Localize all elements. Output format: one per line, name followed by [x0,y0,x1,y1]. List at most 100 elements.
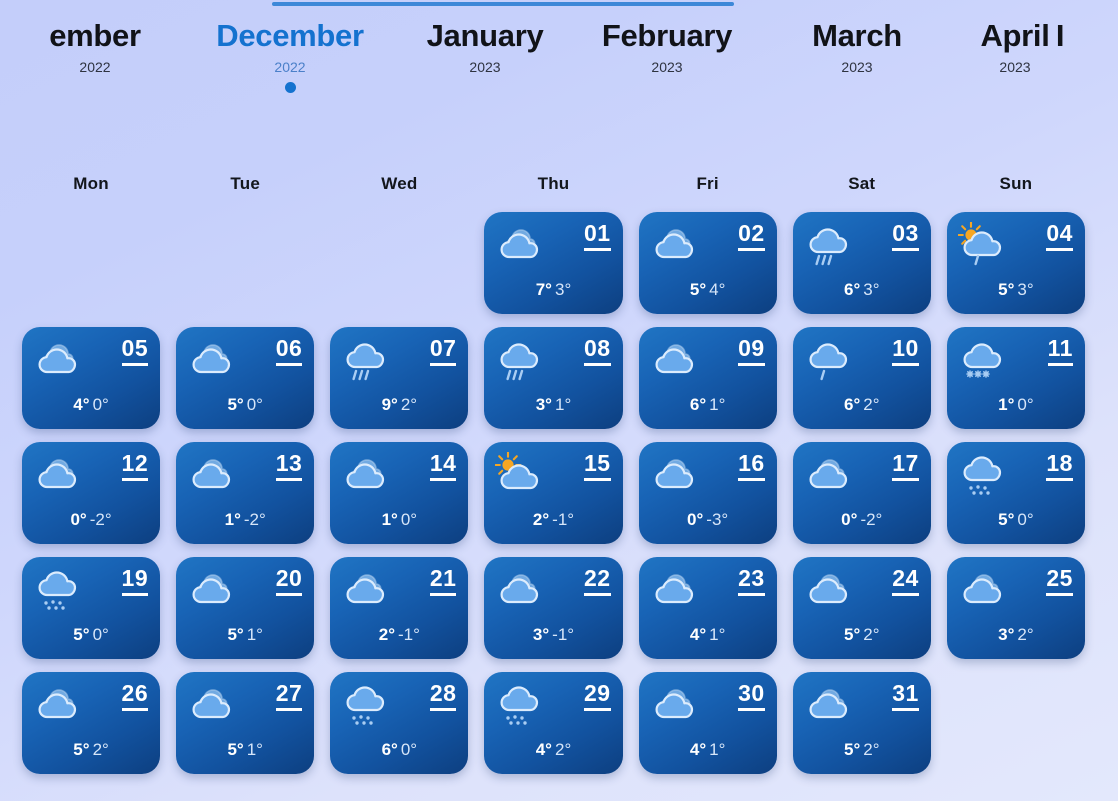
day-card[interactable]: 16 0° -3° [638,442,777,544]
day-card[interactable]: 23 4° 1° [638,557,777,659]
day-number[interactable]: 11 [1047,334,1073,366]
day-number[interactable]: 13 [275,449,303,481]
day-card[interactable]: 25 3° 2° [946,557,1085,659]
day-card[interactable]: 24 5° 2° [792,557,931,659]
day-card[interactable]: 27 5° 1° [176,672,315,774]
day-card[interactable]: 30 4° 1° [638,672,777,774]
day-temperatures: 5° 2° [22,739,160,761]
temperature-high: 4° [689,740,707,759]
day-card[interactable]: 12 0° -2° [22,442,161,544]
month-item-february[interactable]: February 2023 [572,16,762,77]
day-number[interactable]: 28 [429,679,457,711]
day-number[interactable]: 04 [1046,219,1073,251]
day-number[interactable]: 10 [892,334,919,366]
month-year: 2023 [651,59,683,75]
month-scroller[interactable]: ember 2022 December 2022 January 2023 February… [0,0,1118,112]
temperature-low: -1° [552,510,575,529]
day-number[interactable]: 09 [738,334,765,366]
day-number[interactable]: 16 [738,449,765,481]
day-card[interactable]: 22 3° -1° [484,557,623,659]
temperature-low: 1° [709,740,726,759]
day-number[interactable]: 22 [583,564,611,596]
weekday-label-mon: Mon [73,174,109,193]
day-temperatures: 3° 1° [484,394,622,416]
day-number[interactable]: 21 [429,564,457,596]
day-temperatures: 5° 0° [176,394,314,416]
cloudy-icon [650,682,706,732]
day-card[interactable]: 01 7° 3° [484,212,623,314]
sun-cloud-icon [494,451,551,502]
month-scroll-progress-bar[interactable] [272,2,734,6]
month-item-ember[interactable]: ember 2022 [0,16,190,77]
month-year: 2022 [79,59,111,75]
month-item-december[interactable]: December 2022 [195,16,385,93]
day-number[interactable]: 24 [892,564,919,596]
day-number[interactable]: 19 [121,564,149,596]
active-month-dot-icon [284,82,296,93]
day-card[interactable]: 26 5° 2° [22,672,161,774]
temperature-high: 9° [381,395,398,414]
day-card[interactable]: 02 5° 4° [638,212,777,314]
day-number[interactable]: 18 [1046,449,1073,481]
temperature-high: 6° [381,740,398,759]
temperature-low: -3° [706,510,729,529]
day-number[interactable]: 17 [892,449,919,481]
day-number[interactable]: 01 [583,219,611,251]
day-card[interactable]: 06 5° 0° [176,327,315,429]
day-number[interactable]: 02 [738,219,765,251]
day-card[interactable]: 11 1° 0° [946,327,1085,429]
temperature-high: 6° [689,395,707,414]
day-number[interactable]: 06 [275,334,303,366]
cloudy-icon [187,567,243,617]
day-temperatures: 2° -1° [330,624,468,646]
day-card[interactable]: 15 2° -1° [484,442,623,544]
day-card[interactable]: 09 6° 1° [638,327,777,429]
day-card[interactable]: 08 3° 1° [484,327,623,429]
month-item-january[interactable]: January 2023 [390,16,580,77]
cloudy-icon [650,452,706,502]
day-card[interactable]: 07 9° 2° [330,327,469,429]
month-item-april[interactable]: April 2023 [920,16,1110,77]
weekday-label-sat: Sat [848,174,876,193]
cloudy-icon [650,222,706,272]
temperature-low: 0° [1017,510,1034,529]
day-number[interactable]: 30 [738,679,765,711]
day-number[interactable]: 31 [892,679,919,711]
cloudy-icon [650,567,706,617]
day-card[interactable]: 20 5° 1° [176,557,315,659]
day-number[interactable]: 03 [892,219,919,251]
day-card[interactable]: 03 6° 3° [792,212,931,314]
day-card[interactable]: 13 1° -2° [176,442,315,544]
day-card[interactable]: 28 6° 0° [330,672,469,774]
month-year: 2023 [999,59,1031,75]
day-number[interactable]: 29 [583,679,611,711]
day-card[interactable]: 19 5° 0° [22,557,161,659]
day-number[interactable]: 20 [275,564,303,596]
day-number[interactable]: 27 [275,679,303,711]
day-card[interactable]: 17 0° -2° [792,442,931,544]
day-number[interactable]: 14 [429,449,457,481]
day-card[interactable]: 31 5° 2° [792,672,931,774]
day-temperatures: 1° -2° [176,509,314,531]
day-card[interactable]: 21 2° -1° [330,557,469,659]
day-number[interactable]: 23 [738,564,765,596]
month-item-i[interactable]: I [1040,16,1080,57]
day-number[interactable]: 08 [583,334,611,366]
day-number[interactable]: 25 [1046,564,1073,596]
temperature-low: 2° [863,740,880,759]
day-number[interactable]: 26 [121,679,149,711]
day-number[interactable]: 05 [121,334,149,366]
temperature-low: -1° [552,625,575,644]
day-card[interactable]: 29 4° 2° [484,672,623,774]
day-card[interactable]: 05 4° 0° [22,327,161,429]
temperature-low: -2° [860,510,883,529]
day-card[interactable]: 18 5° 0° [946,442,1085,544]
day-card[interactable]: 04 5° 3° [946,212,1085,314]
day-card[interactable]: 10 6° 2° [792,327,931,429]
day-number[interactable]: 07 [429,334,457,366]
day-card[interactable]: 14 1° 0° [330,442,469,544]
day-number[interactable]: 12 [121,449,149,481]
temperature-high: 6° [844,280,861,299]
day-number[interactable]: 15 [583,449,611,481]
cloudy-icon [187,337,243,387]
